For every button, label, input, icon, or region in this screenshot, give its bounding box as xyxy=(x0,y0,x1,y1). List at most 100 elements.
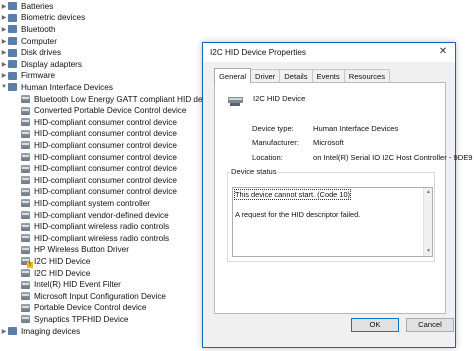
collapse-arrow-icon[interactable]: ▶ xyxy=(0,61,8,68)
hid-device-icon xyxy=(21,211,30,220)
hid-device-icon xyxy=(21,141,30,150)
tree-item-label: HID-compliant vendor-defined device xyxy=(34,210,169,220)
tree-item-label: HID-compliant consumer control device xyxy=(34,140,177,150)
tree-item-label: Firmware xyxy=(21,71,56,81)
tree-device-item[interactable]: HID-compliant wireless radio controls xyxy=(21,233,169,245)
tree-item-label: HID-compliant consumer control device xyxy=(34,164,177,174)
tree-device-item[interactable]: Microsoft Input Configuration Device xyxy=(21,291,166,303)
tab-resources[interactable]: Resources xyxy=(343,69,391,82)
bluetooth-icon xyxy=(8,25,17,34)
device-status-legend: Device status xyxy=(230,167,278,176)
tree-item-label: Imaging devices xyxy=(21,326,81,336)
warning-icon xyxy=(21,257,33,269)
display-icon xyxy=(8,60,17,69)
fingerprint-icon xyxy=(8,13,17,22)
device-type-value: Human Interface Devices xyxy=(313,124,399,133)
disk-icon xyxy=(8,48,17,57)
computer-icon xyxy=(8,37,17,46)
tree-category-item[interactable]: ▼ Human Interface Devices xyxy=(0,82,113,94)
tree-item-label: HID-compliant wireless radio controls xyxy=(34,233,170,243)
tree-item-label: Disk drives xyxy=(21,48,62,58)
tree-device-item[interactable]: HP Wireless Button Driver xyxy=(21,244,129,256)
hid-device-icon xyxy=(21,303,30,312)
tab-strip: General Driver Details Events Resources xyxy=(214,68,391,83)
tree-item-label: Converted Portable Device Control device xyxy=(34,106,187,116)
tree-category-item[interactable]: ▶ Bluetooth xyxy=(0,24,56,36)
device-status-textbox[interactable]: This device cannot start. (Code 10) A re… xyxy=(232,187,433,257)
tree-category-item[interactable]: ▶ Imaging devices xyxy=(0,325,80,337)
tree-device-item[interactable]: HID-compliant consumer control device xyxy=(21,151,177,163)
ok-button[interactable]: OK xyxy=(351,318,399,332)
status-error-line: This device cannot start. (Code 10) xyxy=(233,189,352,200)
tree-category-item[interactable]: ▶ Biometric devices xyxy=(0,12,85,24)
tree-device-item[interactable]: HID-compliant consumer control device xyxy=(21,117,177,129)
tab-details[interactable]: Details xyxy=(279,69,313,82)
collapse-arrow-icon[interactable]: ▶ xyxy=(0,328,8,335)
tree-item-label: Portable Device Control device xyxy=(34,303,147,313)
tree-item-label: HID-compliant wireless radio controls xyxy=(34,222,170,232)
tree-item-label: Intel(R) HID Event Filter xyxy=(34,280,121,290)
hid-device-icon xyxy=(21,187,30,196)
tree-device-item[interactable]: HID-compliant consumer control device xyxy=(21,128,177,140)
tree-item-label: HID-compliant system controller xyxy=(34,198,151,208)
dialog-titlebar[interactable]: I2C HID Device Properties ✕ xyxy=(203,43,455,62)
tree-category-item[interactable]: ▶ Disk drives xyxy=(0,47,61,59)
status-detail-line: A request for the HID descriptor failed. xyxy=(235,210,361,219)
tree-device-item[interactable]: Converted Portable Device Control device xyxy=(21,105,186,117)
close-icon[interactable]: ✕ xyxy=(437,46,449,58)
tree-device-item[interactable]: Synaptics TPFHID Device xyxy=(21,314,129,326)
collapse-arrow-icon[interactable]: ▶ xyxy=(0,38,8,45)
collapse-arrow-icon[interactable]: ▶ xyxy=(0,72,8,79)
tree-item-label: Bluetooth Low Energy GATT compliant HID … xyxy=(34,94,218,104)
status-scrollbar[interactable]: ▲ ▼ xyxy=(423,188,432,256)
tree-device-item[interactable]: HID-compliant system controller xyxy=(21,198,150,210)
tree-item-label: Computer xyxy=(21,36,57,46)
tree-device-item[interactable]: I2C HID Device xyxy=(21,267,90,279)
collapse-arrow-icon[interactable]: ▶ xyxy=(0,49,8,56)
tree-item-label: Bluetooth xyxy=(21,24,56,34)
tree-device-item[interactable]: HID-compliant consumer control device xyxy=(21,186,177,198)
device-status-group: Device status This device cannot start. … xyxy=(227,167,435,262)
tab-driver[interactable]: Driver xyxy=(250,69,281,82)
tree-device-item[interactable]: HID-compliant consumer control device xyxy=(21,175,177,187)
tree-device-item[interactable]: I2C HID Device xyxy=(21,256,90,269)
tree-device-item[interactable]: Bluetooth Low Energy GATT compliant HID … xyxy=(21,93,217,105)
collapse-arrow-icon[interactable]: ▶ xyxy=(0,14,8,21)
hid-device-icon xyxy=(21,234,30,243)
manufacturer-label: Manufacturer: xyxy=(252,138,299,147)
tree-device-item[interactable]: HID-compliant consumer control device xyxy=(21,163,177,175)
tree-category-item[interactable]: ▶ Display adapters xyxy=(0,59,82,71)
tree-item-label: Biometric devices xyxy=(21,13,86,23)
hid-device-icon xyxy=(21,222,30,231)
hid-device-icon xyxy=(21,129,30,138)
tab-events[interactable]: Events xyxy=(311,69,345,82)
properties-dialog: I2C HID Device Properties ✕ General Driv… xyxy=(202,42,473,348)
hid-category-icon xyxy=(8,83,17,92)
expand-arrow-icon[interactable]: ▼ xyxy=(0,84,8,90)
tree-item-label: HP Wireless Button Driver xyxy=(34,245,129,255)
hid-device-icon xyxy=(21,280,30,289)
cancel-button[interactable]: Cancel xyxy=(406,318,454,332)
tree-item-label: Human Interface Devices xyxy=(21,82,113,92)
tree-device-item[interactable]: HID-compliant vendor-defined device xyxy=(21,209,169,221)
hid-device-icon xyxy=(21,292,30,301)
tree-category-item[interactable]: ▶ Batteries xyxy=(0,1,54,13)
tree-device-item[interactable]: HID-compliant wireless radio controls xyxy=(21,221,169,233)
tree-device-item[interactable]: Portable Device Control device xyxy=(21,302,146,314)
tree-category-item[interactable]: ▶ Computer xyxy=(0,35,57,47)
device-type-label: Device type: xyxy=(252,124,294,133)
collapse-arrow-icon[interactable]: ▶ xyxy=(0,3,8,10)
hid-device-icon xyxy=(21,118,30,127)
scroll-up-icon[interactable]: ▲ xyxy=(424,188,433,197)
tree-category-item[interactable]: ▶ Firmware xyxy=(0,70,55,82)
tree-item-label: HID-compliant consumer control device xyxy=(34,152,177,162)
manufacturer-value: Microsoft xyxy=(313,138,344,147)
tree-device-item[interactable]: HID-compliant consumer control device xyxy=(21,140,177,152)
scroll-down-icon[interactable]: ▼ xyxy=(424,247,433,256)
collapse-arrow-icon[interactable]: ▶ xyxy=(0,26,8,33)
camera-icon xyxy=(8,327,17,336)
tree-device-item[interactable]: Intel(R) HID Event Filter xyxy=(21,279,121,291)
hid-device-icon xyxy=(21,95,30,104)
tab-general[interactable]: General xyxy=(214,68,252,83)
battery-icon xyxy=(8,2,17,11)
